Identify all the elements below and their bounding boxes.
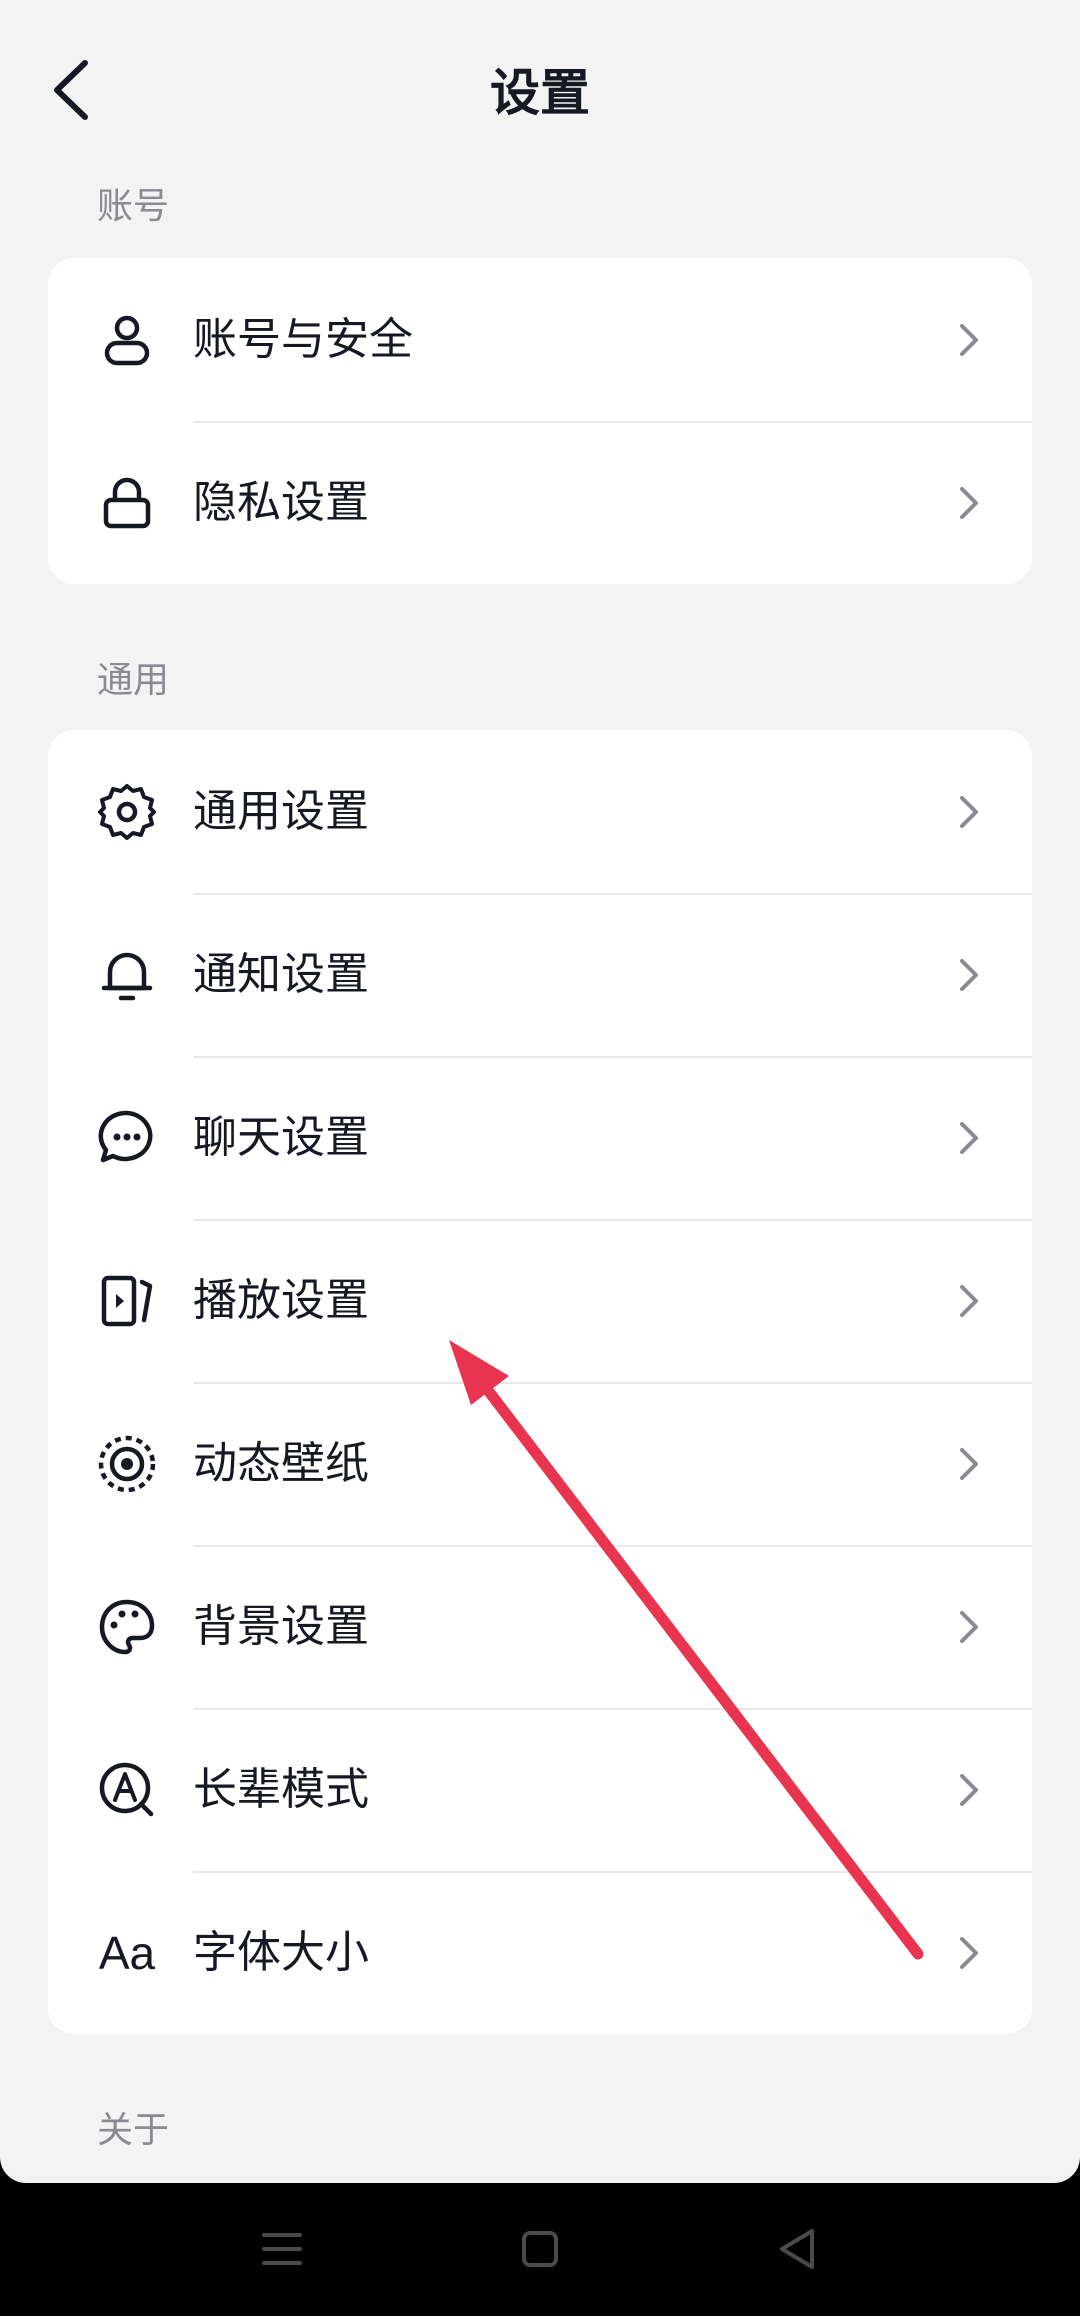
chevron-right-icon (960, 1121, 978, 1154)
chevron-right-icon (960, 1936, 978, 1969)
settings-row-elder-mode[interactable]: 长辈模式 (48, 1708, 1032, 1871)
settings-row-label: 账号与安全 (193, 313, 413, 365)
section-label-account: 账号 (97, 186, 170, 227)
card-general: 通用设置 通知设置 聊天设置 播放设置 动态壁纸 背景设置 长辈模式 Aa 字体… (48, 730, 1032, 2034)
chevron-right-icon (960, 1610, 978, 1643)
settings-row-general[interactable]: 通用设置 (48, 730, 1032, 893)
settings-row-label: 通知设置 (193, 948, 369, 1000)
page-title: 设置 (490, 64, 590, 122)
chevron-right-icon (960, 1773, 978, 1806)
chevron-right-icon (960, 1447, 978, 1480)
header: 设置 (0, 0, 1080, 180)
bell-icon (96, 944, 158, 1006)
settings-row-label: 隐私设置 (193, 476, 369, 528)
menu-icon[interactable] (252, 2219, 312, 2279)
chevron-right-icon (960, 486, 978, 519)
settings-row-label: 动态壁纸 (193, 1437, 369, 1489)
settings-row-playback[interactable]: 播放设置 (48, 1219, 1032, 1382)
wallpaper-icon (96, 1433, 158, 1495)
settings-row-label: 通用设置 (193, 785, 369, 837)
settings-row-chat[interactable]: 聊天设置 (48, 1056, 1032, 1219)
settings-row-label: 字体大小 (193, 1926, 369, 1978)
settings-screen: 设置 账号 账号与安全 隐私设置 通用 通用设置 通知设置 聊天设置 播放设置 … (0, 0, 1080, 2183)
chevron-right-icon (960, 958, 978, 991)
card-account: 账号与安全 隐私设置 (48, 258, 1032, 584)
font-size-icon-text: Aa (98, 1926, 156, 1979)
elder-mode-icon (96, 1759, 158, 1821)
settings-row-notifications[interactable]: 通知设置 (48, 893, 1032, 1056)
settings-row-label: 长辈模式 (193, 1763, 369, 1815)
chevron-right-icon (960, 795, 978, 828)
chat-bubble-icon (96, 1107, 158, 1169)
settings-row-font-size[interactable]: Aa 字体大小 (48, 1871, 1032, 2034)
settings-row-label: 聊天设置 (193, 1111, 369, 1163)
home-square-icon[interactable] (510, 2219, 570, 2279)
system-navigation-bar (0, 2183, 1080, 2316)
settings-row-label: 背景设置 (193, 1600, 369, 1652)
user-icon (96, 309, 158, 371)
settings-row-background[interactable]: 背景设置 (48, 1545, 1032, 1708)
settings-row-account-security[interactable]: 账号与安全 (48, 258, 1032, 421)
settings-row-live-wallpaper[interactable]: 动态壁纸 (48, 1382, 1032, 1545)
chevron-right-icon (960, 1284, 978, 1317)
lock-icon (96, 472, 158, 534)
chevron-right-icon (960, 323, 978, 356)
section-label-general: 通用 (97, 660, 170, 701)
gear-icon (96, 781, 158, 843)
font-size-icon: Aa (96, 1922, 158, 1984)
settings-row-privacy[interactable]: 隐私设置 (48, 421, 1032, 584)
palette-icon (96, 1596, 158, 1658)
settings-row-label: 播放设置 (193, 1274, 369, 1326)
section-label-about: 关于 (97, 2110, 170, 2151)
play-panel-icon (96, 1270, 158, 1332)
back-triangle-icon[interactable] (768, 2219, 828, 2279)
